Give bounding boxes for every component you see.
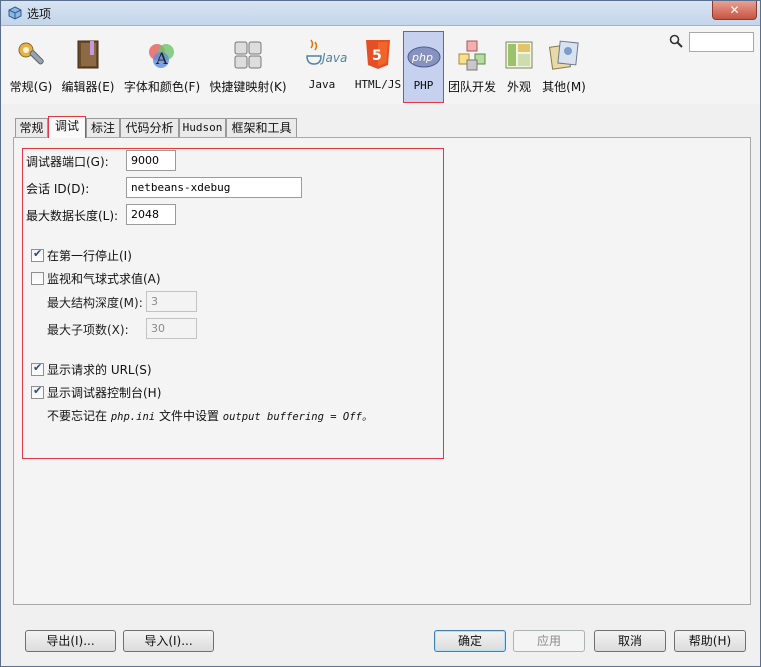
stop-first-line-checkbox[interactable] xyxy=(31,247,44,262)
max-data-length-field[interactable] xyxy=(126,204,176,225)
show-console-label: 显示调试器控制台(H) xyxy=(47,386,162,400)
category-label: 团队开发 xyxy=(447,80,496,94)
category-appearance[interactable]: 外观 xyxy=(501,26,537,102)
max-data-length-label: 最大数据长度(L): xyxy=(26,209,119,223)
hint-file: php.ini xyxy=(110,411,156,423)
stop-first-line-label: 在第一行停止(I) xyxy=(47,249,132,263)
title-bar: 选项 ✕ xyxy=(1,1,760,26)
category-fonts-colors[interactable]: A 字体和颜色(F) xyxy=(121,26,203,102)
category-label: 外观 xyxy=(506,80,531,94)
ok-button[interactable]: 确定 xyxy=(434,630,506,652)
category-label: 快捷键映射(K) xyxy=(209,80,287,94)
svg-text:A: A xyxy=(155,49,168,68)
tab-annotations[interactable]: 标注 xyxy=(86,118,120,137)
show-url-checkbox[interactable] xyxy=(31,361,44,376)
svg-text:5: 5 xyxy=(372,48,382,64)
php-icon: php xyxy=(407,46,440,68)
session-id-field[interactable] xyxy=(126,177,302,198)
keymap-icon xyxy=(234,41,262,69)
category-html-js[interactable]: 5 HTML/JS xyxy=(354,26,402,102)
close-button[interactable]: ✕ xyxy=(712,1,757,20)
misc-icon xyxy=(548,40,579,70)
svg-text:php: php xyxy=(411,51,433,64)
debugger-port-label: 调试器端口(G): xyxy=(26,155,109,169)
fonts-colors-icon: A xyxy=(149,44,174,68)
editor-icon xyxy=(77,40,99,69)
max-depth-label: 最大结构深度(M): xyxy=(47,296,143,310)
cancel-button[interactable]: 取消 xyxy=(594,630,666,652)
html5-icon: 5 xyxy=(366,40,390,69)
apply-button[interactable]: 应用 xyxy=(513,630,585,652)
watch-balloon-checkbox[interactable] xyxy=(31,272,44,285)
max-children-field[interactable] xyxy=(146,318,197,339)
session-id-label: 会话 ID(D): xyxy=(26,182,90,196)
debugger-port-field[interactable] xyxy=(126,150,176,171)
category-keymap[interactable]: 快捷键映射(K) xyxy=(207,26,289,102)
options-window: 选项 ✕ 常规(G) 编辑器(E) A 字体和颜色(F) 快捷键映射(K) Ja… xyxy=(0,0,761,667)
category-team[interactable]: 团队开发 xyxy=(445,26,499,102)
watch-balloon-label: 监视和气球式求值(A) xyxy=(47,272,161,286)
category-general[interactable]: 常规(G) xyxy=(7,26,55,102)
netbeans-cube-icon xyxy=(8,6,22,20)
category-java[interactable]: Java Java xyxy=(294,26,350,102)
java-icon: Java xyxy=(306,39,347,65)
category-label: Java xyxy=(308,78,336,91)
tab-code-analysis[interactable]: 代码分析 xyxy=(120,118,179,137)
help-button[interactable]: 帮助(H) xyxy=(674,630,746,652)
hint-mid: 文件中设置 xyxy=(158,409,219,423)
category-misc[interactable]: 其他(M) xyxy=(539,26,589,102)
search-icon xyxy=(669,34,683,48)
close-icon: ✕ xyxy=(729,3,740,17)
team-icon xyxy=(458,40,486,71)
tab-general[interactable]: 常规 xyxy=(15,118,48,137)
svg-text:Java: Java xyxy=(320,51,347,65)
max-depth-field[interactable] xyxy=(146,291,197,312)
tab-hudson[interactable]: Hudson xyxy=(179,118,226,137)
category-label: 字体和颜色(F) xyxy=(123,80,201,94)
category-label: 编辑器(E) xyxy=(61,80,115,94)
export-button[interactable]: 导出(I)... xyxy=(25,630,116,652)
category-label: HTML/JS xyxy=(354,78,402,91)
category-label: PHP xyxy=(413,79,434,92)
tab-frameworks-tools[interactable]: 框架和工具 xyxy=(226,118,297,137)
category-editor[interactable]: 编辑器(E) xyxy=(59,26,117,102)
show-console-checkbox[interactable] xyxy=(31,384,44,399)
import-button[interactable]: 导入(I)... xyxy=(123,630,214,652)
category-php[interactable]: php PHP xyxy=(403,31,444,103)
hint-prefix: 不要忘记在 xyxy=(47,409,108,423)
appearance-icon xyxy=(505,41,533,69)
category-label: 常规(G) xyxy=(9,80,53,94)
show-url-label: 显示请求的 URL(S) xyxy=(47,363,152,377)
hint-setting: output buffering = Off。 xyxy=(222,411,373,423)
tab-debug[interactable]: 调试 xyxy=(48,116,86,138)
search-input[interactable] xyxy=(689,32,754,52)
category-label: 其他(M) xyxy=(542,80,586,94)
max-children-label: 最大子项数(X): xyxy=(47,323,129,337)
window-title: 选项 xyxy=(27,7,52,21)
output-buffering-hint: 不要忘记在 php.ini 文件中设置 output buffering = O… xyxy=(47,407,372,424)
category-toolbar: 常规(G) 编辑器(E) A 字体和颜色(F) 快捷键映射(K) Java Ja… xyxy=(1,26,760,104)
general-settings-icon xyxy=(18,42,44,65)
